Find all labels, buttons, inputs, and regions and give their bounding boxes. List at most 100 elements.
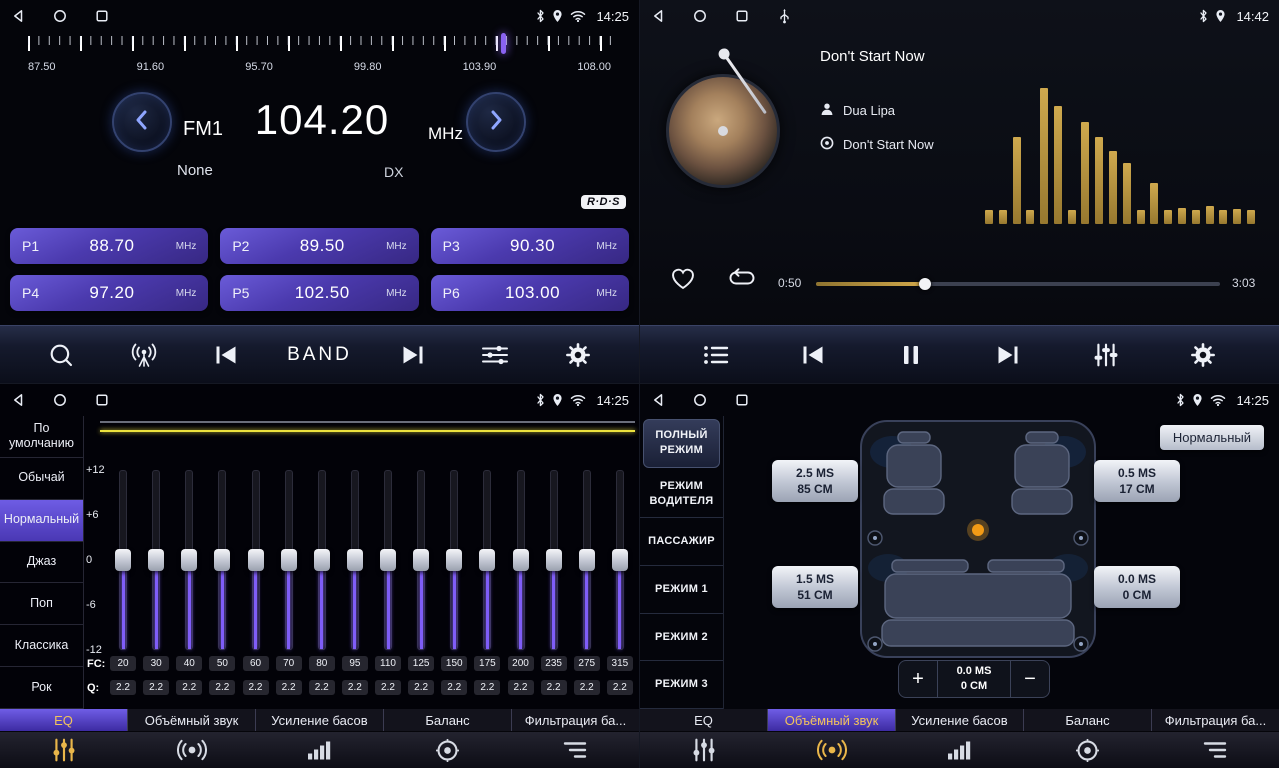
recents-button[interactable] xyxy=(734,393,750,407)
eq-preset-item[interactable]: Обычай xyxy=(0,458,83,500)
equalizer-icon[interactable] xyxy=(473,333,517,377)
eq-slider-handle[interactable] xyxy=(513,549,529,571)
delay-front-right-button[interactable]: 0.5 MS 17 CM xyxy=(1094,460,1180,502)
eq-preset-item[interactable]: По умолчанию xyxy=(0,416,83,458)
listening-mode-item[interactable]: ПАССАЖИР xyxy=(640,518,723,566)
preset-p5-button[interactable]: P5102.50MHz xyxy=(220,275,418,311)
eq-slider-track[interactable] xyxy=(583,470,591,650)
preset-p6-button[interactable]: P6103.00MHz xyxy=(431,275,629,311)
eq-bands-icon[interactable] xyxy=(640,732,768,768)
tab-balance[interactable]: Баланс xyxy=(384,709,512,731)
eq-slider-track[interactable] xyxy=(185,470,193,650)
pause-icon[interactable] xyxy=(889,333,933,377)
decrease-button[interactable]: − xyxy=(1011,661,1049,697)
eq-slider-handle[interactable] xyxy=(546,549,562,571)
balance-icon[interactable] xyxy=(383,732,511,768)
equalizer-icon[interactable] xyxy=(1084,333,1128,377)
preset-p4-button[interactable]: P497.20MHz xyxy=(10,275,208,311)
recents-button[interactable] xyxy=(94,9,110,23)
eq-slider-track[interactable] xyxy=(550,470,558,650)
crossover-filter-icon[interactable] xyxy=(1151,732,1279,768)
settings-gear-icon[interactable] xyxy=(556,333,600,377)
eq-slider-track[interactable] xyxy=(285,470,293,650)
eq-slider-track[interactable] xyxy=(351,470,359,650)
eq-slider-handle[interactable] xyxy=(479,549,495,571)
balance-icon[interactable] xyxy=(1023,732,1151,768)
bass-boost-icon[interactable] xyxy=(896,732,1024,768)
progress-bar[interactable] xyxy=(816,282,1220,286)
previous-station-icon[interactable] xyxy=(204,333,248,377)
tab-bass-boost[interactable]: Усиление басов xyxy=(256,709,384,731)
eq-slider-handle[interactable] xyxy=(380,549,396,571)
listening-mode-item[interactable]: РЕЖИМ ВОДИТЕЛЯ xyxy=(640,471,723,519)
preset-p1-button[interactable]: P188.70MHz xyxy=(10,228,208,264)
listening-mode-item[interactable]: РЕЖИМ 1 xyxy=(640,566,723,614)
crossover-filter-icon[interactable] xyxy=(511,732,639,768)
tune-up-button[interactable] xyxy=(466,92,526,152)
album-art[interactable] xyxy=(666,74,780,188)
eq-slider-track[interactable] xyxy=(483,470,491,650)
back-button[interactable] xyxy=(650,9,666,23)
eq-slider-track[interactable] xyxy=(616,470,624,650)
home-button[interactable] xyxy=(52,9,68,23)
frequency-pointer[interactable] xyxy=(501,33,506,54)
eq-slider-track[interactable] xyxy=(218,470,226,650)
repeat-icon[interactable] xyxy=(728,267,756,296)
tune-down-button[interactable] xyxy=(112,92,172,152)
tab-crossover-filter[interactable]: Фильтрация ба... xyxy=(512,709,639,731)
eq-slider-handle[interactable] xyxy=(612,549,628,571)
recents-button[interactable] xyxy=(94,393,110,407)
delay-rear-left-button[interactable]: 1.5 MS 51 CM xyxy=(772,566,858,608)
home-button[interactable] xyxy=(692,393,708,407)
listening-mode-item[interactable]: РЕЖИМ 3 xyxy=(640,661,723,709)
band-button[interactable]: BAND xyxy=(287,344,352,366)
tab-surround-sound[interactable]: Объёмный звук xyxy=(768,709,896,731)
recents-button[interactable] xyxy=(734,9,750,23)
favorite-heart-icon[interactable] xyxy=(670,266,696,295)
eq-slider-track[interactable] xyxy=(384,470,392,650)
eq-slider-handle[interactable] xyxy=(181,549,197,571)
bass-boost-icon[interactable] xyxy=(256,732,384,768)
eq-slider-handle[interactable] xyxy=(214,549,230,571)
eq-profile-button[interactable]: Нормальный xyxy=(1160,425,1264,450)
eq-slider-handle[interactable] xyxy=(148,549,164,571)
home-button[interactable] xyxy=(52,393,68,407)
increase-button[interactable]: + xyxy=(899,661,937,697)
eq-slider-handle[interactable] xyxy=(281,549,297,571)
eq-preset-item[interactable]: Джаз xyxy=(0,542,83,584)
surround-sound-icon[interactable] xyxy=(768,732,896,768)
tab-balance[interactable]: Баланс xyxy=(1024,709,1152,731)
tab-eq[interactable]: EQ xyxy=(0,709,128,731)
home-button[interactable] xyxy=(692,9,708,23)
eq-slider-track[interactable] xyxy=(252,470,260,650)
listening-mode-item[interactable]: ПОЛНЫЙ РЕЖИМ xyxy=(643,419,720,468)
tab-eq[interactable]: EQ xyxy=(640,709,768,731)
scan-search-icon[interactable] xyxy=(39,333,83,377)
eq-preset-item[interactable]: Рок xyxy=(0,667,83,709)
frequency-scale[interactable]: 87.50 91.60 95.70 99.80 103.90 108.00 xyxy=(28,36,611,73)
back-button[interactable] xyxy=(10,9,26,23)
eq-slider-handle[interactable] xyxy=(446,549,462,571)
eq-slider-handle[interactable] xyxy=(347,549,363,571)
listening-mode-item[interactable]: РЕЖИМ 2 xyxy=(640,614,723,662)
eq-slider-track[interactable] xyxy=(517,470,525,650)
eq-bands-icon[interactable] xyxy=(0,732,128,768)
eq-preset-item[interactable]: Классика xyxy=(0,625,83,667)
eq-slider-track[interactable] xyxy=(119,470,127,650)
preset-p3-button[interactable]: P390.30MHz xyxy=(431,228,629,264)
eq-preset-item[interactable]: Нормальный xyxy=(0,500,83,542)
eq-slider-handle[interactable] xyxy=(314,549,330,571)
tab-bass-boost[interactable]: Усиление басов xyxy=(896,709,1024,731)
eq-slider-handle[interactable] xyxy=(115,549,131,571)
settings-gear-icon[interactable] xyxy=(1181,333,1225,377)
broadcast-antenna-icon[interactable] xyxy=(122,333,166,377)
progress-knob[interactable] xyxy=(919,278,931,290)
surround-sound-icon[interactable] xyxy=(128,732,256,768)
eq-slider-handle[interactable] xyxy=(413,549,429,571)
eq-slider-track[interactable] xyxy=(450,470,458,650)
delay-front-left-button[interactable]: 2.5 MS 85 CM xyxy=(772,460,858,502)
tab-surround-sound[interactable]: Объёмный звук xyxy=(128,709,256,731)
eq-slider-handle[interactable] xyxy=(579,549,595,571)
playlist-icon[interactable] xyxy=(694,333,738,377)
eq-slider-track[interactable] xyxy=(417,470,425,650)
